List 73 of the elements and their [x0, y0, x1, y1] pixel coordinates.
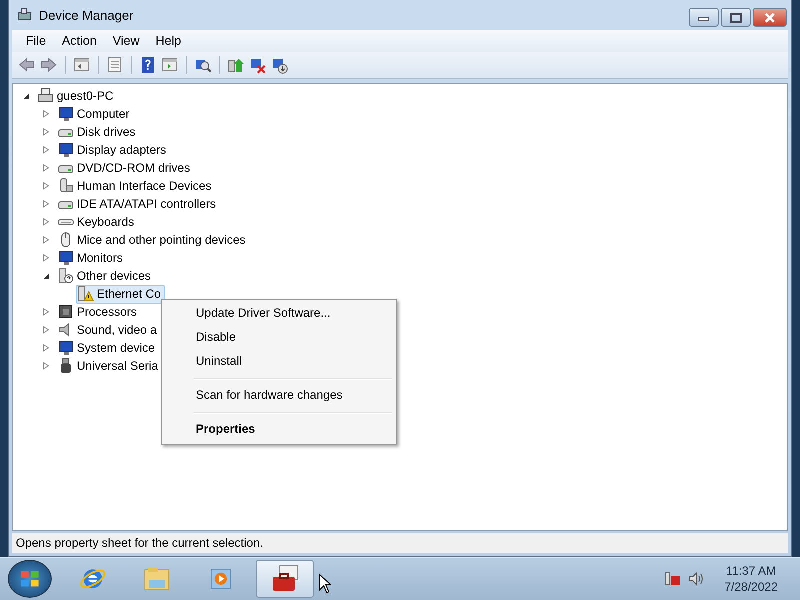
menu-item[interactable]: File	[18, 32, 54, 50]
expand-triangle-icon[interactable]	[42, 200, 50, 208]
warning-icon	[78, 286, 94, 302]
update-icon[interactable]	[227, 56, 245, 74]
chip-icon	[58, 304, 74, 320]
monitor-icon	[58, 250, 74, 266]
speaker-icon[interactable]	[688, 571, 705, 588]
clock-time: 11:37 AM	[726, 563, 776, 580]
maximize-button[interactable]	[721, 8, 751, 27]
app-icon	[17, 7, 33, 23]
expand-triangle-icon[interactable]	[42, 308, 50, 316]
start-button[interactable]	[8, 560, 52, 598]
plug-icon	[58, 358, 74, 374]
uninstall-icon[interactable]	[249, 56, 267, 74]
tree-item[interactable]: Processors	[77, 305, 138, 319]
close-button[interactable]	[753, 8, 787, 27]
menu-item[interactable]: Help	[148, 32, 190, 50]
monitor-icon	[58, 106, 74, 122]
tree-item[interactable]: System device	[77, 341, 156, 355]
expand-triangle-icon[interactable]	[42, 164, 50, 172]
tree-item[interactable]: guest0-PC	[57, 89, 114, 103]
menu-item[interactable]: Update Driver Software...	[164, 303, 394, 325]
menu-item[interactable]: Uninstall	[164, 351, 394, 373]
tree-item[interactable]: Sound, video a	[77, 323, 158, 337]
window-title: Device Manager	[39, 8, 134, 22]
expand-triangle-icon[interactable]	[42, 362, 50, 370]
minimize-button[interactable]	[689, 8, 719, 27]
help-icon[interactable]	[139, 56, 157, 74]
tree-item[interactable]: Other devices	[77, 269, 152, 283]
expand-triangle-icon[interactable]	[42, 128, 50, 136]
tree-item[interactable]: Display adapters	[77, 143, 166, 157]
tree-item[interactable]: Computer	[77, 107, 130, 121]
maximize-icon	[730, 12, 742, 22]
expand-triangle-icon[interactable]	[42, 110, 50, 118]
tree-item[interactable]: Mice and other pointing devices	[77, 233, 246, 247]
status-text: Opens property sheet for the current selection.	[16, 536, 264, 550]
tree-item[interactable]: Keyboards	[77, 215, 134, 229]
menu-item[interactable]: Action	[54, 32, 105, 50]
collapse-triangle-icon[interactable]	[22, 92, 30, 100]
network-icon[interactable]	[664, 571, 681, 588]
close-icon	[764, 12, 776, 22]
tree-item[interactable]: DVD/CD-ROM drives	[77, 161, 190, 175]
expand-triangle-icon[interactable]	[42, 344, 50, 352]
tree-item[interactable]: Human Interface Devices	[77, 179, 212, 193]
collapse-triangle-icon[interactable]	[42, 272, 50, 280]
clock-date: 7/28/2022	[724, 579, 778, 596]
expand-triangle-icon[interactable]	[42, 254, 50, 262]
cursor-icon	[319, 574, 331, 594]
expand-triangle-icon[interactable]	[42, 146, 50, 154]
expand-triangle-icon[interactable]	[42, 218, 50, 226]
window-pane-icon[interactable]	[73, 56, 91, 74]
menu-item[interactable]: Scan for hardware changes	[164, 385, 394, 407]
tree-item[interactable]: Monitors	[77, 251, 124, 265]
tree-item[interactable]: IDE ATA/ATAPI controllers	[77, 197, 216, 211]
menu-item[interactable]: Properties	[164, 419, 394, 441]
monitor-icon	[58, 340, 74, 356]
expand-triangle-icon[interactable]	[42, 236, 50, 244]
menu-item[interactable]: Disable	[164, 327, 394, 349]
expand-triangle-icon[interactable]	[42, 182, 50, 190]
question-device-icon	[58, 268, 74, 284]
expand-triangle-icon[interactable]	[42, 326, 50, 334]
monitor-icon	[58, 142, 74, 158]
back-arrow-icon[interactable]	[18, 56, 36, 74]
window-pane-icon[interactable]	[161, 56, 179, 74]
device-icon	[58, 178, 74, 194]
tree-item[interactable]: Universal Seria	[77, 359, 158, 373]
disable-icon[interactable]	[271, 56, 289, 74]
taskbar-button[interactable]	[256, 560, 314, 598]
tree-item[interactable]: Disk drives	[77, 125, 136, 139]
forward-arrow-icon[interactable]	[40, 56, 58, 74]
menu-item[interactable]: View	[104, 32, 148, 50]
computer-icon	[38, 88, 54, 104]
properties-icon[interactable]	[106, 56, 124, 74]
